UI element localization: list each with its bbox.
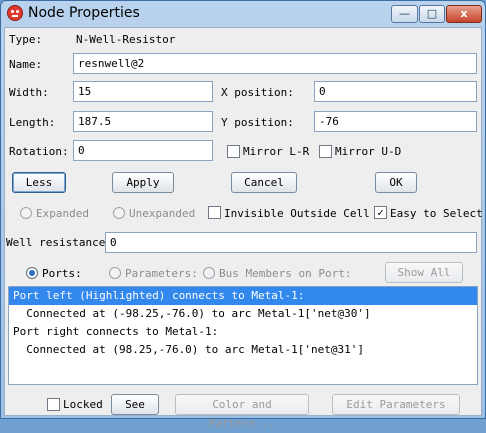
- ports-radio[interactable]: [26, 267, 38, 279]
- list-item[interactable]: Connected at (98.25,-76.0) to arc Metal-…: [9, 341, 477, 359]
- expanded-radio[interactable]: [20, 207, 32, 219]
- less-button[interactable]: Less: [12, 172, 66, 193]
- locked-label: Locked: [63, 398, 103, 411]
- name-field[interactable]: resnwell@2: [73, 53, 477, 74]
- node-properties-window: Node Properties — □ x Type: N-Well-Resis…: [0, 0, 486, 430]
- ports-label: Ports:: [42, 267, 82, 280]
- edit-parameters-button[interactable]: Edit Parameters: [332, 394, 460, 415]
- ports-list[interactable]: Port left (Highlighted) connects to Meta…: [8, 286, 478, 385]
- mirror-ud-checkbox[interactable]: [319, 145, 332, 158]
- title-bar[interactable]: Node Properties — □ x: [1, 1, 485, 27]
- well-resistance-field[interactable]: 0: [105, 232, 477, 253]
- unexpanded-radio[interactable]: [113, 207, 125, 219]
- invisible-outside-cell-label: Invisible Outside Cell: [224, 207, 370, 220]
- ok-button[interactable]: OK: [375, 172, 417, 193]
- cancel-button[interactable]: Cancel: [231, 172, 297, 193]
- bus-members-radio[interactable]: [203, 267, 215, 279]
- minimize-button[interactable]: —: [391, 5, 418, 23]
- bus-members-label: Bus Members on Port:: [219, 267, 352, 280]
- apply-button[interactable]: Apply: [112, 172, 174, 193]
- y-position-field[interactable]: -76: [314, 111, 477, 132]
- type-label: Type:: [9, 33, 43, 46]
- unexpanded-label: Unexpanded: [129, 207, 196, 220]
- type-value: N-Well-Resistor: [76, 33, 176, 46]
- width-field[interactable]: 15: [73, 81, 213, 102]
- list-item[interactable]: Connected at (-98.25,-76.0) to arc Metal…: [9, 305, 477, 323]
- parameters-label: Parameters:: [125, 267, 198, 280]
- list-item[interactable]: Port left (Highlighted) connects to Meta…: [9, 287, 477, 305]
- locked-checkbox[interactable]: [47, 398, 60, 411]
- rotation-field[interactable]: 0: [73, 140, 213, 161]
- parameters-radio[interactable]: [109, 267, 121, 279]
- close-button[interactable]: x: [446, 5, 482, 23]
- length-field[interactable]: 187.5: [73, 111, 213, 132]
- mirror-ud-label: Mirror U-D: [335, 145, 402, 158]
- color-and-pattern-button[interactable]: Color and Pattern...: [175, 394, 309, 430]
- y-position-label: Y position:: [221, 116, 294, 129]
- rotation-label: Rotation:: [9, 145, 69, 158]
- name-label: Name:: [9, 58, 43, 71]
- see-button[interactable]: See: [111, 394, 159, 415]
- window-title: Node Properties: [28, 5, 140, 21]
- easy-to-select-label: Easy to Select: [390, 207, 483, 220]
- show-all-button[interactable]: Show All: [385, 262, 463, 283]
- x-position-label: X position:: [221, 86, 294, 99]
- width-label: Width:: [9, 86, 49, 99]
- well-resistance-label: Well resistance:: [6, 236, 112, 249]
- expanded-label: Expanded: [36, 207, 89, 220]
- app-icon: [7, 5, 23, 21]
- easy-to-select-checkbox[interactable]: ✓: [374, 206, 387, 219]
- invisible-outside-cell-checkbox[interactable]: [208, 206, 221, 219]
- dialog-body: Type: N-Well-Resistor Name: resnwell@2 W…: [4, 27, 483, 430]
- mirror-lr-label: Mirror L-R: [243, 145, 310, 158]
- maximize-button[interactable]: □: [419, 5, 445, 23]
- x-position-field[interactable]: 0: [314, 81, 477, 102]
- list-item[interactable]: Port right connects to Metal-1:: [9, 323, 477, 341]
- mirror-lr-checkbox[interactable]: [227, 145, 240, 158]
- length-label: Length:: [9, 116, 56, 129]
